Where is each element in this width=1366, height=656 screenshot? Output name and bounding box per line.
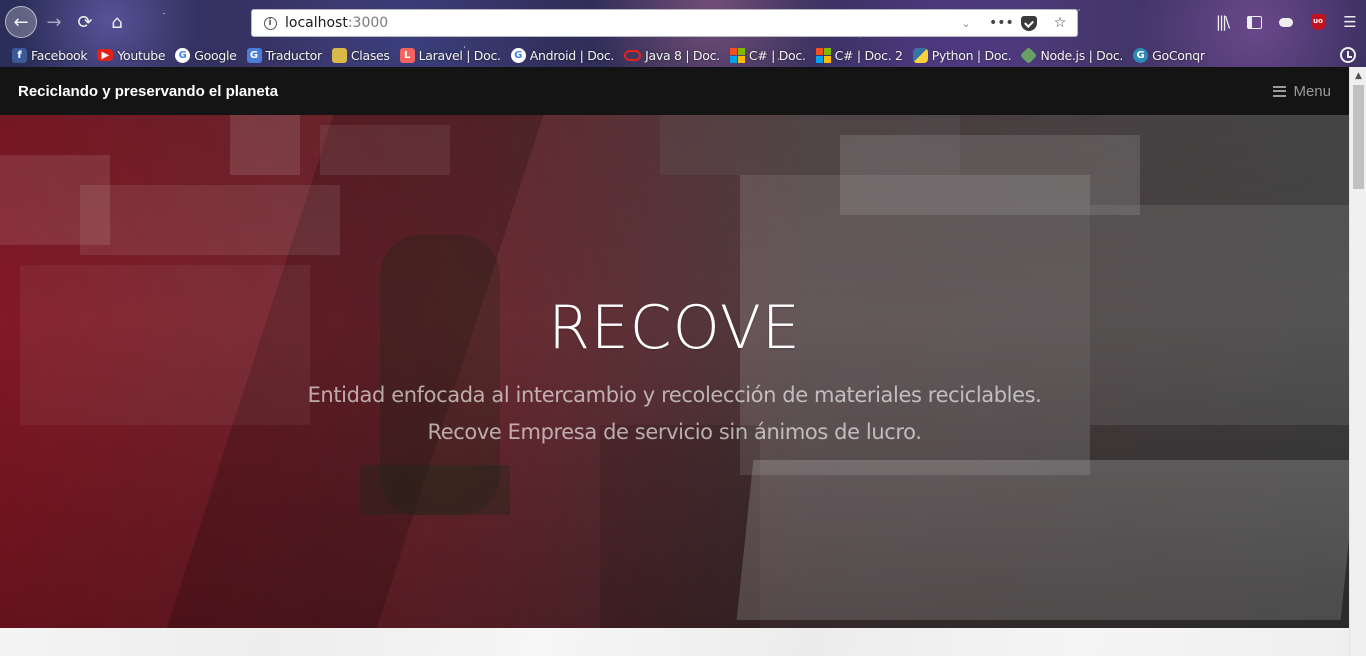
bookmark-label: Clases <box>350 47 390 63</box>
oracle-icon <box>624 49 642 61</box>
menu-toggle-button[interactable]: Menu <box>1273 83 1331 100</box>
bookmark-nodejs[interactable]: Node.js | Doc. <box>1020 45 1124 65</box>
next-section <box>0 628 1349 656</box>
url-text[interactable]: localhost:3000 <box>285 15 388 31</box>
bookmark-google[interactable]: G Google <box>175 45 237 65</box>
home-button[interactable]: ⌂ <box>103 8 131 36</box>
browser-chrome: ← → ⟳ ⌂ i localhost:3000 ⌄ ••• ☆ |||\ uo… <box>0 0 1366 67</box>
hero-subtitle-line-1: Entidad enfocada al intercambio y recole… <box>307 383 1042 407</box>
bookmark-laravel[interactable]: L Laravel | Doc. <box>399 45 501 65</box>
hero-content: RECOVE Entidad enfocada al intercambio y… <box>0 115 1349 628</box>
nodejs-icon <box>1020 46 1038 64</box>
bookmark-label: C# | Doc. <box>748 47 806 63</box>
bookmark-clases[interactable]: Clases <box>331 45 390 65</box>
home-icon: ⌂ <box>111 11 123 33</box>
bookmark-label: Traductor <box>265 47 323 63</box>
site-brand-link[interactable]: Reciclando y preservando el planeta <box>18 83 278 100</box>
back-button[interactable]: ← <box>5 6 37 38</box>
google-icon: G <box>175 47 191 63</box>
hamburger-menu-icon[interactable]: ☰ <box>1334 8 1366 36</box>
bookmark-android[interactable]: G Android | Doc. <box>510 45 615 65</box>
facebook-icon: f <box>12 47 27 63</box>
laravel-icon: L <box>399 47 415 63</box>
hero-subtitle-line-2: Recove Empresa de servicio sin ánimos de… <box>427 420 922 444</box>
google-icon: G <box>510 47 526 63</box>
hero-title: RECOVE <box>548 293 801 363</box>
bookmark-csharp-2[interactable]: C# | Doc. 2 <box>815 45 903 65</box>
forward-button[interactable]: → <box>40 8 68 36</box>
reload-button[interactable]: ⟳ <box>71 8 99 36</box>
menu-label: Menu <box>1293 82 1331 100</box>
bookmark-youtube[interactable]: ▶ Youtube <box>97 45 166 65</box>
bookmark-label: GoConqr <box>1152 47 1205 63</box>
youtube-icon: ▶ <box>97 49 114 61</box>
bookmarks-toolbar: f Facebook ▶ Youtube G Google G Traducto… <box>0 44 1366 66</box>
arrow-right-icon: → <box>46 11 62 33</box>
bookmark-label: Node.js | Doc. <box>1040 47 1124 63</box>
page-scrollbar[interactable]: ▲ <box>1349 67 1366 656</box>
info-icon: i <box>263 16 277 30</box>
bookmark-java[interactable]: Java 8 | Doc. <box>624 45 720 65</box>
url-host: localhost <box>285 15 348 31</box>
bookmark-csharp[interactable]: C# | Doc. <box>729 45 806 65</box>
page-viewport: Reciclando y preservando el planeta Menu… <box>0 67 1366 656</box>
scroll-thumb[interactable] <box>1353 85 1364 189</box>
google-translate-icon: G <box>246 47 262 63</box>
url-dropdown-icon[interactable]: ⌄ <box>957 17 975 30</box>
page-actions-icon[interactable]: ••• <box>989 15 1014 31</box>
pocket-icon[interactable] <box>1021 15 1037 31</box>
site-navbar: Reciclando y preservando el planeta Menu <box>0 67 1349 115</box>
bookmark-goconqr[interactable]: G GoConqr <box>1133 45 1205 65</box>
site-info-button[interactable]: i <box>257 14 283 32</box>
scroll-up-arrow-icon[interactable]: ▲ <box>1350 67 1366 84</box>
bookmark-label: C# | Doc. 2 <box>834 47 903 63</box>
bookmark-python[interactable]: Python | Doc. <box>912 45 1012 65</box>
browser-right-tools: |||\ uo ☰ <box>1206 8 1366 36</box>
browser-toolbar: ← → ⟳ ⌂ i localhost:3000 ⌄ ••• ☆ |||\ uo… <box>0 0 1366 44</box>
sidebar-icon[interactable] <box>1238 8 1270 36</box>
bookmark-label: Android | Doc. <box>529 47 615 63</box>
url-port: :3000 <box>347 15 389 31</box>
microsoft-icon <box>815 47 831 63</box>
hero-section: RECOVE Entidad enfocada al intercambio y… <box>0 115 1349 628</box>
microsoft-icon <box>729 47 745 63</box>
extension-mask-icon[interactable] <box>1270 8 1302 36</box>
bookmark-traductor[interactable]: G Traductor <box>246 45 323 65</box>
bookmark-label: Java 8 | Doc. <box>645 47 720 63</box>
arrow-left-icon: ← <box>13 11 29 33</box>
bookmark-label: Python | Doc. <box>931 47 1012 63</box>
clock-icon[interactable] <box>1340 47 1356 63</box>
classroom-icon <box>331 47 347 63</box>
bookmark-label: Facebook <box>31 47 88 63</box>
python-icon <box>912 47 928 63</box>
library-icon[interactable]: |||\ <box>1206 8 1238 36</box>
address-bar[interactable]: i localhost:3000 ⌄ ••• ☆ <box>251 9 1078 37</box>
goconqr-icon: G <box>1133 47 1149 63</box>
bookmark-star-icon[interactable]: ☆ <box>1051 15 1069 31</box>
bars-icon <box>1273 85 1287 97</box>
bookmark-label: Google <box>194 47 237 63</box>
reload-icon: ⟳ <box>77 11 93 33</box>
bookmark-facebook[interactable]: f Facebook <box>12 45 88 65</box>
bookmark-label: Youtube <box>117 47 166 63</box>
bookmark-label: Laravel | Doc. <box>418 47 501 63</box>
ublock-icon[interactable]: uo <box>1302 8 1334 36</box>
